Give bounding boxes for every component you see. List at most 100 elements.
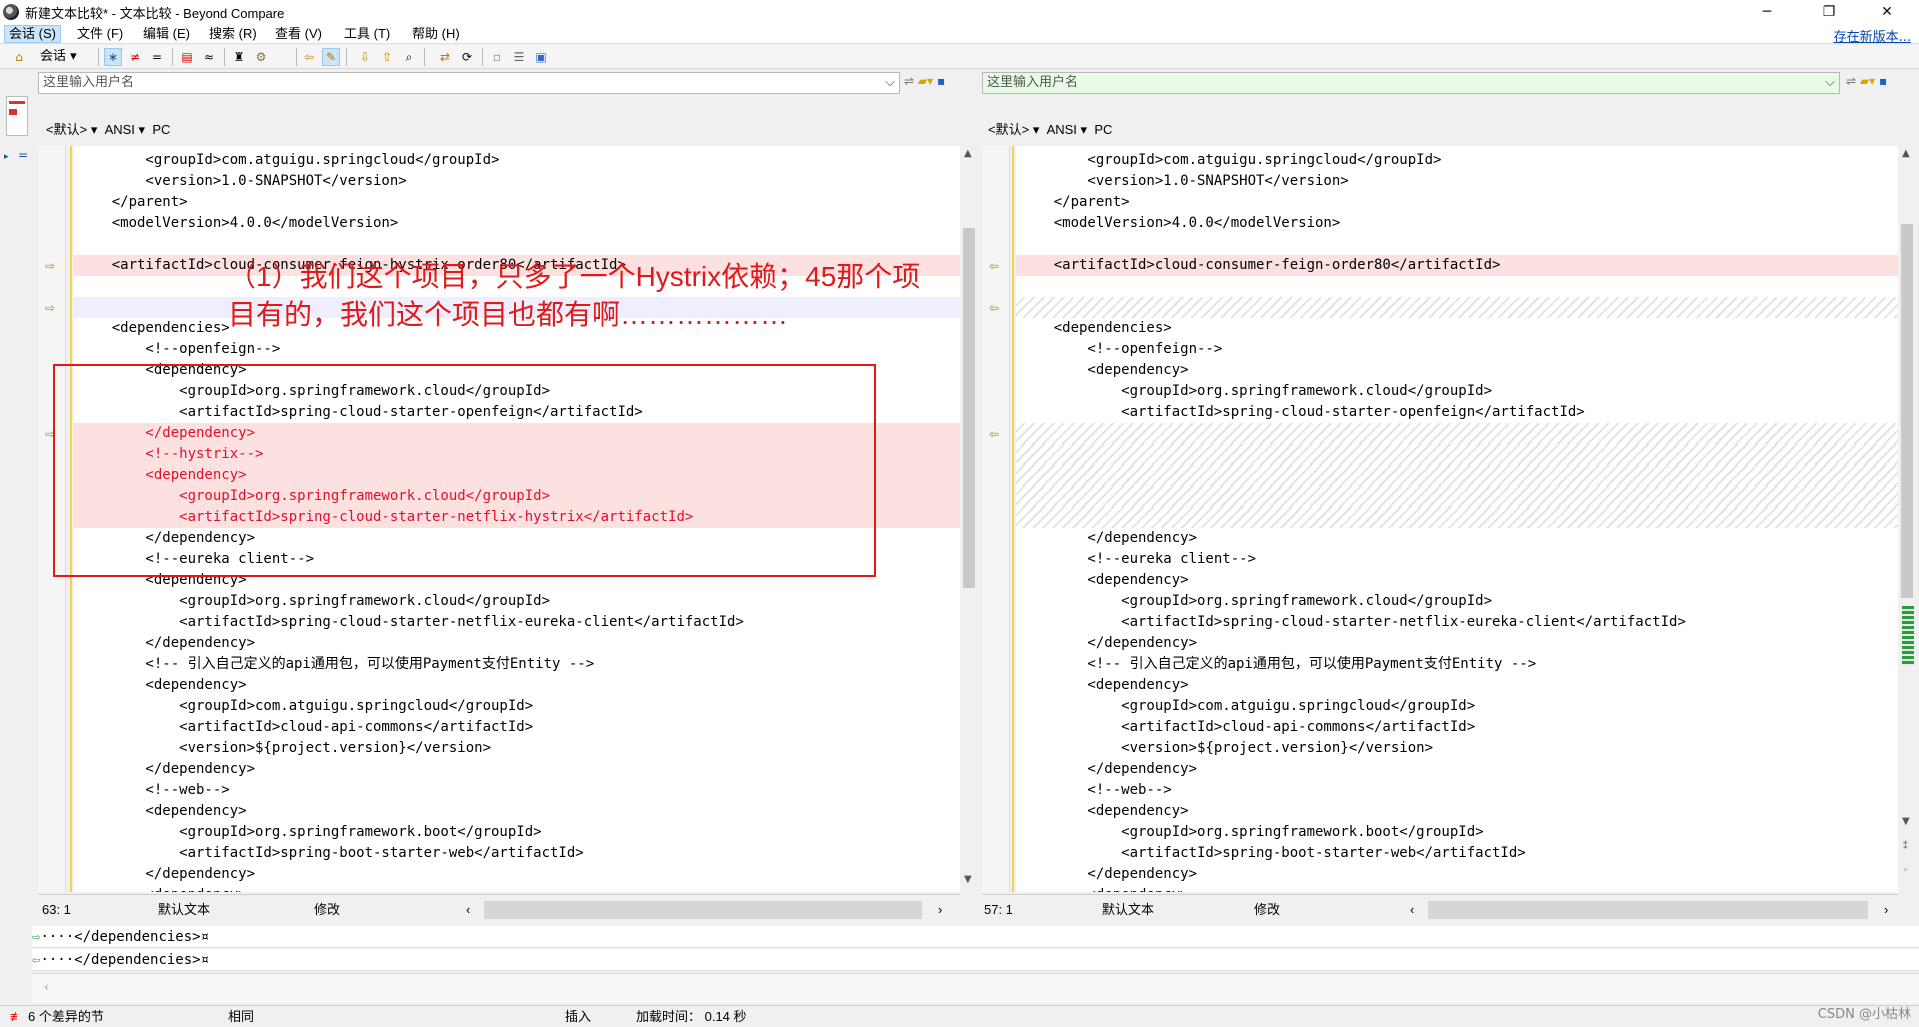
code-line[interactable]: <modelVersion>4.0.0</modelVersion> [74,213,399,234]
copy-left-arrow-icon[interactable]: ⇦ [989,428,1003,440]
chevron-down-icon[interactable]: ⌵ [1825,73,1835,93]
menu-help[interactable]: 帮助 (H) [408,25,464,43]
right-encoding[interactable]: ANSI [1047,122,1077,137]
session-dropdown[interactable]: 会话 ▾ [40,48,77,66]
right-scroll-thumb[interactable] [1901,224,1913,598]
code-line[interactable]: <groupId>com.atguigu.springcloud</groupI… [74,150,499,171]
next-diff-icon[interactable]: ⇩ [356,48,374,66]
right-line-ending[interactable]: PC [1094,122,1112,137]
left-path-input[interactable]: 这里输入用户名 ⌵ [38,72,900,94]
code-line[interactable]: <dependencies> [74,318,230,339]
find-icon[interactable]: ⌕ [400,48,418,66]
scroll-up-icon[interactable]: ▲ [964,148,972,159]
code-line[interactable]: <!--web--> [74,780,229,801]
code-line[interactable]: <!-- 引入自己定义的api通用包，可以使用Payment支付Entity -… [74,654,594,675]
code-line[interactable]: <version>1.0-SNAPSHOT</version> [1016,171,1348,192]
code-line[interactable]: <artifactId>spring-boot-starter-web</art… [1016,843,1526,864]
menu-edit[interactable]: 编辑 (E) [139,25,194,43]
refresh-icon[interactable]: ⇌ [904,74,914,88]
code-line[interactable]: <groupId>com.atguigu.springcloud</groupI… [74,696,533,717]
menu-search[interactable]: 搜索 (R) [205,25,261,43]
copy-right-arrow-icon[interactable]: ⇨ [45,260,59,272]
code-line[interactable]: <modelVersion>4.0.0</modelVersion> [1016,213,1341,234]
left-encoding[interactable]: ANSI [105,122,135,137]
open-folder-icon[interactable]: ▰▾ [918,74,933,88]
swap-icon[interactable]: ⇄ [436,48,454,66]
right-text-pane[interactable]: <groupId>com.atguigu.springcloud</groupI… [1016,146,1898,892]
code-line[interactable]: </dependency> [1016,864,1197,885]
menu-file[interactable]: 文件 (F) [73,25,127,43]
code-line[interactable]: <dependency> [74,801,246,822]
left-preset[interactable]: <默认> [46,122,87,137]
right-hscroll-thumb[interactable] [1428,901,1868,919]
code-line[interactable]: <groupId>org.springframework.cloud</grou… [1016,591,1492,612]
scroll-up-icon[interactable]: ▲ [1902,148,1910,159]
code-line[interactable]: <!--eureka client--> [1016,549,1256,570]
close-button[interactable]: ✕ [1864,0,1910,24]
scroll-right-icon[interactable]: › [1884,895,1888,925]
code-line[interactable]: <artifactId>cloud-api-commons</artifactI… [1016,717,1475,738]
save-icon[interactable]: ▪ [937,74,945,88]
edit-icon[interactable]: ✎ [322,48,340,66]
code-line[interactable]: </parent> [74,192,188,213]
overview-map[interactable] [6,96,28,136]
rules-icon[interactable]: ♜ [230,48,248,66]
code-line[interactable]: <!--openfeign--> [1016,339,1222,360]
code-line[interactable]: <artifactId>spring-cloud-starter-netflix… [1016,612,1686,633]
code-line[interactable] [1016,507,1020,528]
code-line[interactable]: <version>1.0-SNAPSHOT</version> [74,171,406,192]
scroll-left-icon[interactable]: ‹ [44,980,49,994]
scroll-left-icon[interactable]: ‹ [466,895,470,925]
show-all-icon[interactable]: ∗ [104,48,122,66]
list-icon[interactable]: ☰ [510,48,528,66]
right-path-input[interactable]: 这里输入用户名 ⌵ [982,72,1840,94]
code-line[interactable]: </dependency> [74,759,255,780]
code-line[interactable]: <dependency> [1016,360,1188,381]
minimize-button[interactable]: ─ [1744,0,1790,24]
code-line[interactable]: <groupId>com.atguigu.springcloud</groupI… [1016,150,1441,171]
reload-icon[interactable]: ⟳ [458,48,476,66]
code-line[interactable]: </dependency> [74,633,255,654]
context-icon[interactable]: ▤ [178,48,196,66]
code-line[interactable]: <!-- 引入自己定义的api通用包，可以使用Payment支付Entity -… [1016,654,1536,675]
code-line[interactable]: </dependency> [74,864,255,885]
code-line[interactable]: <dependency> [1016,570,1188,591]
open-folder-icon[interactable]: ▰▾ [1860,74,1875,88]
copy-right-arrow-icon[interactable]: ⇨ [45,302,59,314]
pin-icon[interactable]: ⁑ [1903,842,1908,852]
minor-icon[interactable]: ≈ [200,48,218,66]
code-line[interactable]: <!--web--> [1016,780,1171,801]
code-line[interactable]: <groupId>org.springframework.cloud</grou… [1016,381,1492,402]
code-line[interactable]: <version>${project.version}</version> [1016,738,1433,759]
code-line[interactable]: <dependency> [1016,675,1188,696]
menu-view[interactable]: 查看 (V) [271,25,326,43]
menu-session[interactable]: 会话 (S) [4,25,61,43]
copy-left-arrow-icon[interactable]: ⇦ [989,302,1003,314]
code-line[interactable]: <groupId>com.atguigu.springcloud</groupI… [1016,696,1475,717]
code-line[interactable]: </parent> [1016,192,1130,213]
code-line[interactable]: <dependency> [74,675,246,696]
scroll-down-icon[interactable]: ▼ [1902,816,1910,827]
home-icon[interactable]: ⌂ [10,48,28,66]
prev-diff-icon[interactable]: ⇧ [378,48,396,66]
dot-icon[interactable]: ◦ [1903,866,1908,876]
code-line[interactable]: <artifactId>spring-boot-starter-web</art… [74,843,584,864]
code-line[interactable] [1016,234,1020,255]
code-line[interactable]: <artifactId>spring-cloud-starter-netflix… [74,612,744,633]
menu-tools[interactable]: 工具 (T) [340,25,394,43]
code-line[interactable] [1016,423,1020,444]
save-icon[interactable]: ▪ [1879,74,1887,88]
code-line[interactable] [1016,444,1020,465]
code-line[interactable]: <groupId>org.springframework.cloud</grou… [74,591,550,612]
code-line[interactable]: </dependency> [1016,528,1197,549]
chevron-down-icon[interactable]: ▾ [1081,122,1088,137]
new-version-link[interactable]: 存在新版本... [1834,26,1911,45]
code-line[interactable]: <artifactId>cloud-consumer-feign-order80… [1016,255,1501,276]
info-icon[interactable]: ▣ [532,48,550,66]
scroll-down-icon[interactable]: ▼ [964,874,972,885]
code-line[interactable] [1016,486,1020,507]
code-line[interactable] [74,276,78,297]
code-line[interactable]: <dependency> [74,885,246,892]
code-line[interactable]: <artifactId>spring-cloud-starter-openfei… [1016,402,1585,423]
code-line[interactable] [1016,276,1020,297]
